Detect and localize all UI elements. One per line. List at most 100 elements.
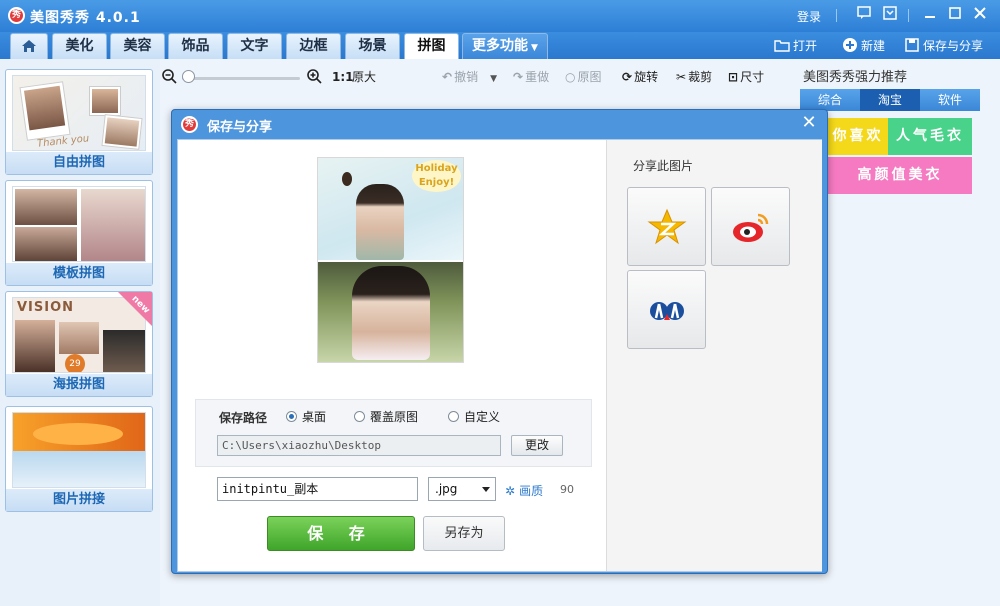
recommend-title: 美图秀秀强力推荐 bbox=[803, 70, 908, 85]
radio-overwrite-label[interactable]: 覆盖原图 bbox=[370, 408, 418, 425]
share-panel: 分享此图片 bbox=[606, 140, 822, 571]
quality-setting[interactable]: ✲ 画质 bbox=[505, 482, 543, 499]
rotate-label: 旋转 bbox=[634, 70, 659, 84]
new-button[interactable]: 新建 bbox=[842, 37, 885, 54]
tab-beauty[interactable]: 美容 bbox=[110, 33, 165, 59]
crop-label: 裁剪 bbox=[688, 70, 713, 84]
redo-icon: ↷ bbox=[513, 70, 524, 84]
recommend-tab-all[interactable]: 综合 bbox=[800, 89, 860, 111]
tab-accessories[interactable]: 饰品 bbox=[168, 33, 223, 59]
dialog-logo-icon: 秀 bbox=[181, 116, 198, 133]
recommend-tabs: 综合 淘宝 软件 bbox=[800, 89, 980, 111]
zoom-slider-track[interactable] bbox=[182, 77, 300, 80]
radio-overwrite[interactable] bbox=[354, 411, 365, 422]
share-qzone-button[interactable] bbox=[627, 187, 706, 266]
maximize-icon[interactable] bbox=[947, 6, 963, 22]
free-collage-label: 自由拼图 bbox=[6, 152, 152, 174]
undo-label: 撤销 bbox=[454, 70, 479, 84]
collage-mode-panel: Thank you 自由拼图 模板拼图 VISION 29 new 海报拼图 图… bbox=[0, 59, 160, 606]
redo-button[interactable]: ↷ 重做 bbox=[513, 69, 549, 85]
minimize-icon[interactable] bbox=[922, 6, 938, 22]
app-title: 美图秀秀 4.0.1 bbox=[30, 10, 141, 26]
zoom-in-icon[interactable] bbox=[307, 69, 322, 84]
undo-dropdown-icon[interactable]: ▼ bbox=[490, 74, 497, 84]
holiday-sticker: Holiday Enjoy! bbox=[412, 160, 461, 192]
original-image-icon: ○ bbox=[565, 70, 576, 84]
save-as-button[interactable]: 另存为 bbox=[423, 516, 505, 551]
undo-icon: ↶ bbox=[442, 70, 453, 84]
template-collage-label: 模板拼图 bbox=[6, 263, 152, 285]
free-collage-thumbnail: Thank you bbox=[12, 75, 146, 151]
extension-select[interactable]: .jpg bbox=[428, 477, 496, 501]
save-button[interactable]: 保 存 bbox=[267, 516, 415, 551]
edit-toolbar: 1:1 原大 ↶ 撤销 ▼ ↷ 重做 ○ 原图 ⟳ 旋转 ✂ 裁剪 ⊡ 尺寸 bbox=[160, 59, 790, 99]
close-window-icon[interactable] bbox=[972, 6, 988, 22]
tab-frame[interactable]: 边框 bbox=[286, 33, 341, 59]
radio-custom[interactable] bbox=[448, 411, 459, 422]
ratio-button[interactable]: 1:1 bbox=[332, 69, 354, 85]
radio-desktop[interactable] bbox=[286, 411, 297, 422]
tab-text[interactable]: 文字 bbox=[227, 33, 282, 59]
main-nav: 美化 美容 饰品 文字 边框 场景 拼图 更多功能 ▼ 打开 新建 保存与分享 bbox=[0, 32, 1000, 59]
filename-field[interactable]: initpintu_副本 bbox=[217, 477, 418, 501]
resize-icon: ⊡ bbox=[728, 70, 739, 84]
qzone-star-icon bbox=[647, 208, 687, 245]
undo-button[interactable]: ↶ 撤销 ▼ bbox=[442, 69, 497, 87]
rotate-button[interactable]: ⟳ 旋转 bbox=[622, 69, 658, 85]
ad-banner-fashion[interactable]: 高颜值美衣 bbox=[828, 157, 972, 194]
login-link[interactable]: 登录 bbox=[797, 8, 821, 25]
poster-collage-label: 海报拼图 bbox=[6, 374, 152, 396]
size-button[interactable]: ⊡ 尺寸 bbox=[728, 69, 764, 85]
floppy-disk-icon bbox=[905, 38, 919, 52]
dialog-close-icon[interactable]: ✕ bbox=[801, 114, 817, 132]
plus-circle-icon bbox=[843, 38, 857, 52]
save-path-field[interactable]: C:\Users\xiaozhu\Desktop bbox=[217, 435, 501, 456]
recommend-tab-taobao[interactable]: 淘宝 bbox=[860, 89, 920, 111]
save-share-label: 保存与分享 bbox=[923, 39, 984, 53]
speaker-icon bbox=[178, 556, 189, 568]
original-image-label: 原图 bbox=[577, 70, 602, 84]
tab-collage[interactable]: 拼图 bbox=[404, 33, 459, 59]
poster-collage-card[interactable]: VISION 29 new 海报拼图 bbox=[5, 291, 153, 397]
redo-label: 重做 bbox=[525, 70, 550, 84]
zoom-out-icon[interactable] bbox=[162, 69, 177, 84]
vision-number: 29 bbox=[65, 354, 85, 372]
scissors-icon: ✂ bbox=[676, 70, 687, 84]
free-collage-card[interactable]: Thank you 自由拼图 bbox=[5, 69, 153, 175]
template-collage-card[interactable]: 模板拼图 bbox=[5, 180, 153, 286]
preview-top-photo: Holiday Enjoy! bbox=[318, 158, 463, 260]
tab-home[interactable] bbox=[10, 33, 48, 59]
zoom-slider-handle[interactable] bbox=[182, 70, 195, 83]
template-collage-thumbnail bbox=[12, 186, 146, 262]
original-size-button[interactable]: 原大 bbox=[352, 69, 376, 85]
radio-custom-label[interactable]: 自定义 bbox=[464, 408, 500, 425]
home-icon bbox=[22, 40, 36, 52]
preview-bottom-photo bbox=[318, 262, 463, 362]
ad-banner-you-like[interactable]: 你喜欢 bbox=[828, 118, 888, 155]
title-bar: 秀 美图秀秀 4.0.1 登录 bbox=[0, 0, 1000, 32]
feedback-icon[interactable] bbox=[856, 6, 872, 22]
image-stitch-card[interactable]: 图片拼接 bbox=[5, 406, 153, 512]
original-image-button[interactable]: ○ 原图 bbox=[565, 69, 602, 85]
open-button[interactable]: 打开 bbox=[774, 37, 817, 54]
dialog-footer: 网吧、办公室用户无须下载即可使用美图秀秀，马上体验 bbox=[177, 551, 822, 573]
quality-value: 90 bbox=[560, 483, 574, 496]
share-weibo-button[interactable] bbox=[711, 187, 790, 266]
radio-desktop-label[interactable]: 桌面 bbox=[302, 408, 326, 425]
skin-icon[interactable] bbox=[882, 6, 898, 22]
extension-value: .jpg bbox=[435, 482, 458, 496]
ad-banner-sweater[interactable]: 人气毛衣 bbox=[888, 118, 972, 155]
share-renren-button[interactable] bbox=[627, 270, 706, 349]
tab-scene[interactable]: 场景 bbox=[345, 33, 400, 59]
image-stitch-thumbnail bbox=[12, 412, 146, 488]
recommend-tab-software[interactable]: 软件 bbox=[920, 89, 980, 111]
footer-promo-text[interactable]: 网吧、办公室用户无须下载即可使用美图秀秀，马上体验 bbox=[195, 551, 495, 573]
crop-button[interactable]: ✂ 裁剪 bbox=[676, 69, 712, 85]
change-path-button[interactable]: 更改 bbox=[511, 435, 563, 456]
save-share-button[interactable]: 保存与分享 bbox=[904, 37, 983, 54]
save-path-panel: 保存路径 桌面 覆盖原图 自定义 C:\Users\xiaozhu\Deskto… bbox=[195, 399, 592, 467]
app-logo-icon: 秀 bbox=[8, 7, 25, 24]
tab-more-features[interactable]: 更多功能 ▼ bbox=[462, 33, 548, 59]
weibo-icon bbox=[733, 213, 769, 242]
tab-beautify[interactable]: 美化 bbox=[52, 33, 107, 59]
